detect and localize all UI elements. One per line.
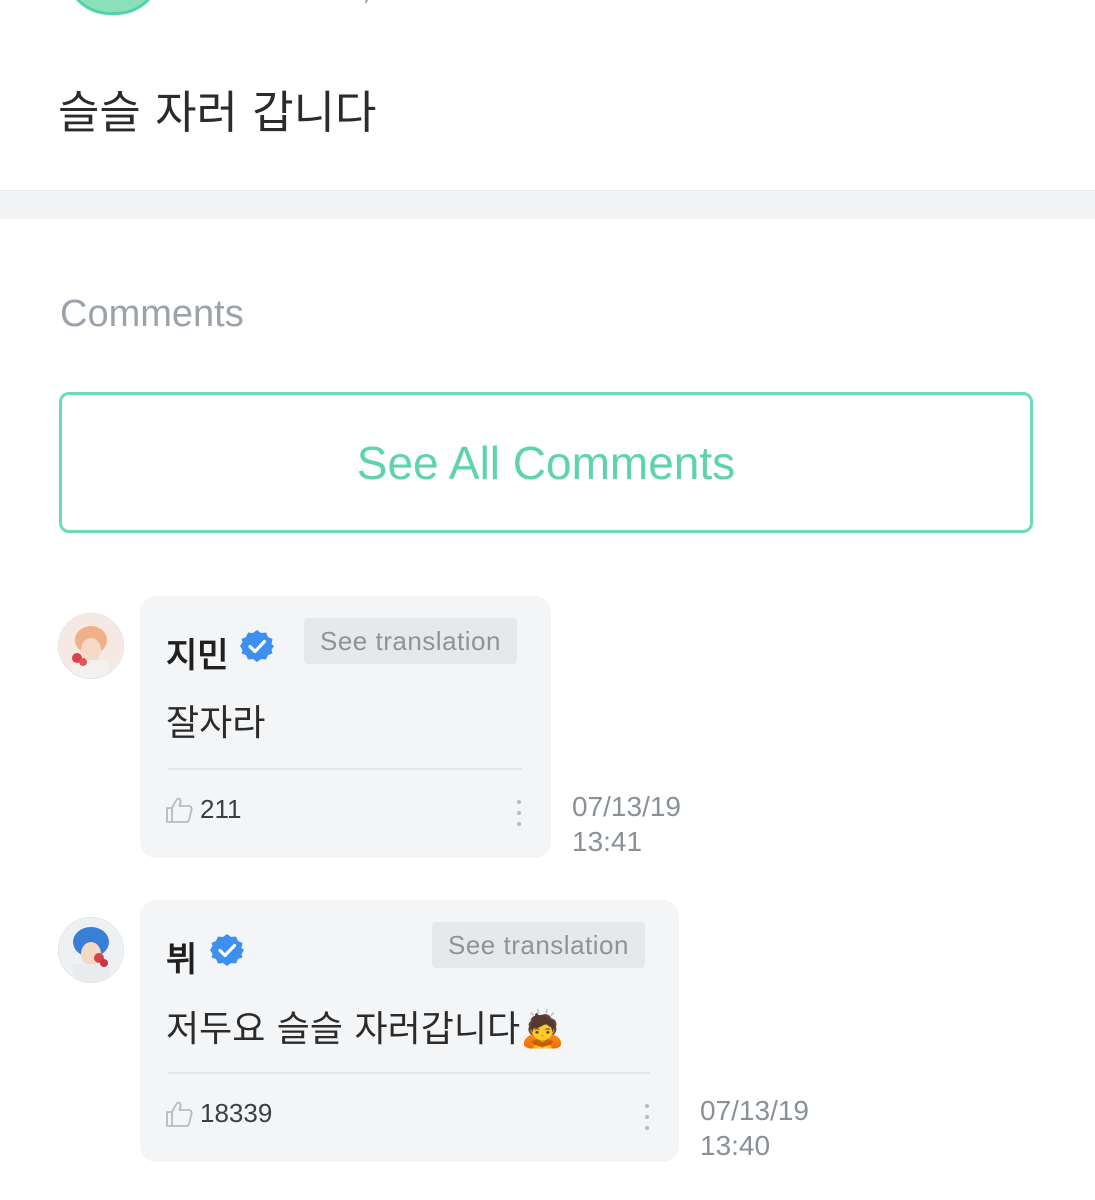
- comment-text: 잘자라: [166, 703, 266, 744]
- comment-time: 13:41: [572, 826, 643, 857]
- comment-author-name[interactable]: 지민: [166, 628, 229, 677]
- like-count: 211: [200, 794, 242, 824]
- see-all-comments-button[interactable]: See All Comments: [59, 392, 1033, 533]
- verified-badge-icon: [210, 934, 244, 966]
- see-translation-button[interactable]: See translation: [432, 922, 645, 968]
- comment-time: 13:40: [700, 1130, 771, 1161]
- like-button[interactable]: 18339: [164, 1098, 272, 1129]
- comment-bubble: 지민 See translation 잘자라 211: [140, 596, 551, 858]
- comment-timestamp: 07/13/19 13:41: [572, 789, 681, 859]
- comment-bubble: 뷔 See translation 저두요 슬슬 자러갑니다🙇 18339: [140, 900, 679, 1162]
- more-vertical-icon[interactable]: [514, 800, 524, 830]
- post-author-name-fragment: [359, 0, 369, 4]
- comments-heading: Comments: [60, 293, 244, 335]
- like-count: 18339: [200, 1098, 273, 1128]
- bowing-emoji: 🙇: [520, 1009, 565, 1050]
- avatar-image: [59, 918, 123, 982]
- thumbs-up-icon: [166, 797, 193, 823]
- comment-author-avatar[interactable]: [58, 917, 124, 983]
- more-vertical-icon[interactable]: [642, 1104, 652, 1134]
- post-body-text: 슬슬 자러 갑니다: [58, 86, 377, 139]
- post-author-avatar[interactable]: [64, 0, 162, 15]
- verified-badge-icon: [240, 630, 274, 662]
- comment-author-name[interactable]: 뷔: [166, 932, 197, 981]
- post-detail-page: 슬슬 자러 갑니다 Comments See All Comments 지민 S…: [0, 0, 1095, 1200]
- avatar-image: [59, 614, 123, 678]
- comment-author-avatar[interactable]: [58, 613, 124, 679]
- see-translation-button[interactable]: See translation: [304, 618, 517, 664]
- comment-separator: [168, 1072, 650, 1074]
- comment-timestamp: 07/13/19 13:40: [700, 1093, 809, 1163]
- comment-text: 저두요 슬슬 자러갑니다🙇: [166, 1000, 565, 1052]
- comment-text-body: 저두요 슬슬 자러갑니다: [166, 1009, 521, 1050]
- section-divider: [0, 190, 1095, 219]
- thumbs-up-icon: [166, 1101, 193, 1127]
- comment-date: 07/13/19: [572, 791, 681, 822]
- comment-separator: [168, 768, 522, 770]
- like-button[interactable]: 211: [164, 794, 241, 825]
- comment-date: 07/13/19: [700, 1095, 809, 1126]
